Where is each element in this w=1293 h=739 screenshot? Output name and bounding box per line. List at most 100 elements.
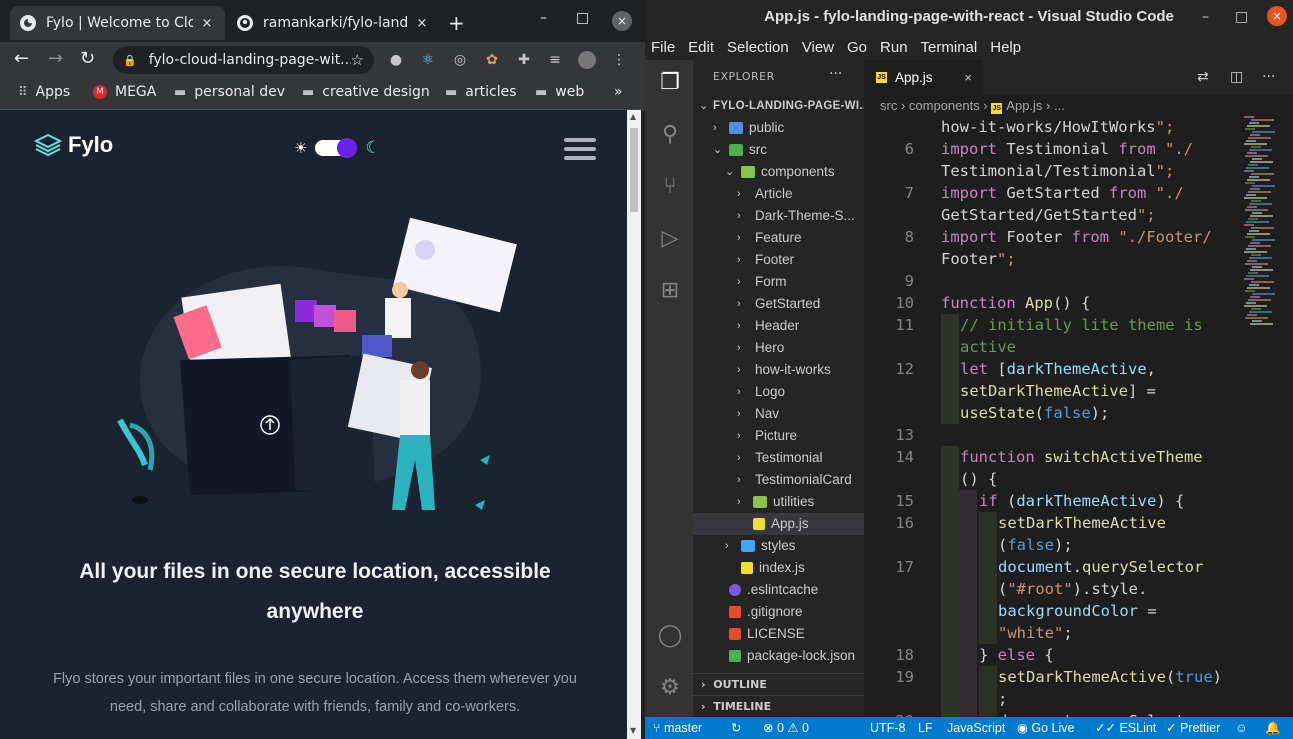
scrollbar-thumb[interactable] [630,128,638,212]
extension-icon[interactable]: ● [387,51,405,69]
code-line[interactable]: backgroundColor = [998,600,1157,622]
minimap[interactable] [1244,116,1284,336]
bookmark-articles[interactable]: ▬ articles [445,84,517,100]
code-line[interactable]: Testimonial/Testimonial"; [941,160,1174,182]
split-editor-icon[interactable]: ◫ [1230,69,1243,85]
theme-toggle[interactable]: ☀ ☾ [294,138,381,158]
fylo-logo[interactable]: Fylo [34,132,113,158]
tree-folder[interactable]: › public [693,117,864,139]
notifications-bell-icon[interactable]: 🔔 [1265,717,1281,739]
tree-file[interactable]: index.js [693,557,864,579]
code-line[interactable]: () { [960,468,997,490]
reload-button[interactable]: ↻ [80,49,95,69]
menu-view[interactable]: View [802,39,834,56]
explorer-more-icon[interactable]: ··· [829,66,842,82]
extensions-puzzle-icon[interactable]: ✚ [515,51,533,69]
chrome-menu-icon[interactable]: ⋮ [610,51,628,69]
tree-folder[interactable]: › Article [693,183,864,205]
scroll-up-arrow-icon[interactable]: ▲ [630,112,636,121]
back-button[interactable]: ← [14,49,29,69]
menu-file[interactable]: File [651,39,675,56]
bookmark-web[interactable]: ▬ web [535,84,584,100]
tree-file[interactable]: .gitignore [693,601,864,623]
bookmark-mega[interactable]: M MEGA [93,84,156,100]
breadcrumb-components[interactable]: components [909,98,980,113]
extension-ring-icon[interactable]: ◎ [451,51,469,69]
address-bar[interactable]: 🔒 fylo-cloud-landing-page-wit... ☆ [113,46,374,74]
tab-close-icon[interactable]: × [199,16,215,31]
tree-folder[interactable]: › Picture [693,425,864,447]
code-line[interactable]: import Testimonial from "./ [941,138,1193,160]
prettier-indicator[interactable]: ✓ Prettier [1166,717,1220,739]
code-line[interactable]: document.querySelector [998,556,1203,578]
code-line[interactable]: how-it-works/HowItWorks"; [941,116,1174,138]
theme-switch[interactable] [315,138,358,158]
project-root[interactable]: ⌄ FYLO-LANDING-PAGE-WI... [693,95,864,117]
explorer-files-icon[interactable]: ❐ [657,70,683,96]
code-line[interactable]: (false); [998,534,1073,556]
outline-section[interactable]: › OUTLINE [693,673,864,695]
hamburger-menu-icon[interactable] [564,138,596,165]
browser-tab-github[interactable]: ramankarki/fylo-landi × [227,6,440,40]
bookmark-personal-dev[interactable]: ▬ personal dev [174,84,285,100]
code-line[interactable]: } else { [979,644,1054,666]
vscode-maximize-icon[interactable]: □ [1235,9,1248,25]
encoding-indicator[interactable]: UTF-8 [870,717,905,739]
code-line[interactable]: // initially lite theme is [960,314,1203,336]
vscode-close-icon[interactable]: × [1267,6,1287,26]
extensions-icon[interactable]: ⊞ [657,278,683,304]
tab-close-icon[interactable]: × [964,70,972,85]
code-line[interactable]: document.querySelector [998,710,1203,717]
code-line[interactable]: ; [998,688,1007,710]
golive-button[interactable]: ◉ Go Live [1017,717,1075,739]
tree-folder[interactable]: › utilities [693,491,864,513]
feedback-icon[interactable]: ☺ [1235,717,1248,739]
menu-selection[interactable]: Selection [727,39,789,56]
scroll-down-arrow-icon[interactable]: ▼ [630,726,636,735]
code-line[interactable]: function switchActiveTheme [960,446,1203,468]
tree-folder[interactable]: ⌄ src [693,139,864,161]
tree-folder[interactable]: › GetStarted [693,293,864,315]
vscode-minimize-icon[interactable]: – [1202,9,1209,25]
tree-folder[interactable]: › styles [693,535,864,557]
tree-folder[interactable]: › how-it-works [693,359,864,381]
media-control-icon[interactable]: ≡ [546,51,564,69]
code-line[interactable]: setDarkThemeActive(true) [998,666,1222,688]
code-line[interactable]: "white"; [998,622,1073,644]
code-line[interactable]: setDarkThemeActive] = [960,380,1156,402]
settings-gear-icon[interactable]: ⚙ [657,675,683,701]
code-line[interactable]: active [960,336,1016,358]
tree-folder[interactable]: › Hero [693,337,864,359]
run-debug-icon[interactable]: ▷ [657,226,683,252]
page-scrollbar[interactable]: ▲ ▼ [627,110,641,739]
problems-indicator[interactable]: ⊗ 0 ⚠ 0 [763,717,809,739]
bookmark-star-icon[interactable]: ☆ [351,51,364,69]
profile-avatar[interactable] [578,51,596,69]
editor-tab-appjs[interactable]: JS App.js × [864,60,982,95]
tree-folder[interactable]: › Logo [693,381,864,403]
breadcrumb-more[interactable]: ... [1054,98,1065,113]
code-line[interactable]: setDarkThemeActive [998,512,1166,534]
tree-folder[interactable]: › Footer [693,249,864,271]
menu-help[interactable]: Help [990,39,1021,56]
window-close-icon[interactable]: × [612,11,632,31]
tree-folder[interactable]: ⌄ components [693,161,864,183]
source-control-icon[interactable]: ⑂ [657,174,683,200]
forward-button[interactable]: → [48,49,63,69]
editor-more-icon[interactable]: ··· [1262,69,1275,85]
tree-folder[interactable]: › Nav [693,403,864,425]
new-tab-button[interactable]: + [448,12,465,34]
tree-file[interactable]: .eslintcache [693,579,864,601]
code-line[interactable]: import GetStarted from "./ [941,182,1184,204]
bookmark-creative-design[interactable]: ▬ creative design [302,84,430,100]
code-line[interactable]: function App() { [941,292,1090,314]
sync-icon[interactable]: ↻ [731,717,741,739]
code-line[interactable]: import Footer from "./Footer/ [941,226,1212,248]
menu-edit[interactable]: Edit [688,39,714,56]
tree-file[interactable]: package-lock.json [693,645,864,667]
browser-tab-fylo[interactable]: Fylo | Welcome to Clou × [10,6,225,40]
bookmark-apps[interactable]: ⠿ Apps [18,84,70,100]
maximize-icon[interactable]: □ [576,10,589,26]
code-line[interactable]: ("#root").style. [998,578,1147,600]
eslint-indicator[interactable]: ✓✓ ESLint [1095,717,1156,739]
